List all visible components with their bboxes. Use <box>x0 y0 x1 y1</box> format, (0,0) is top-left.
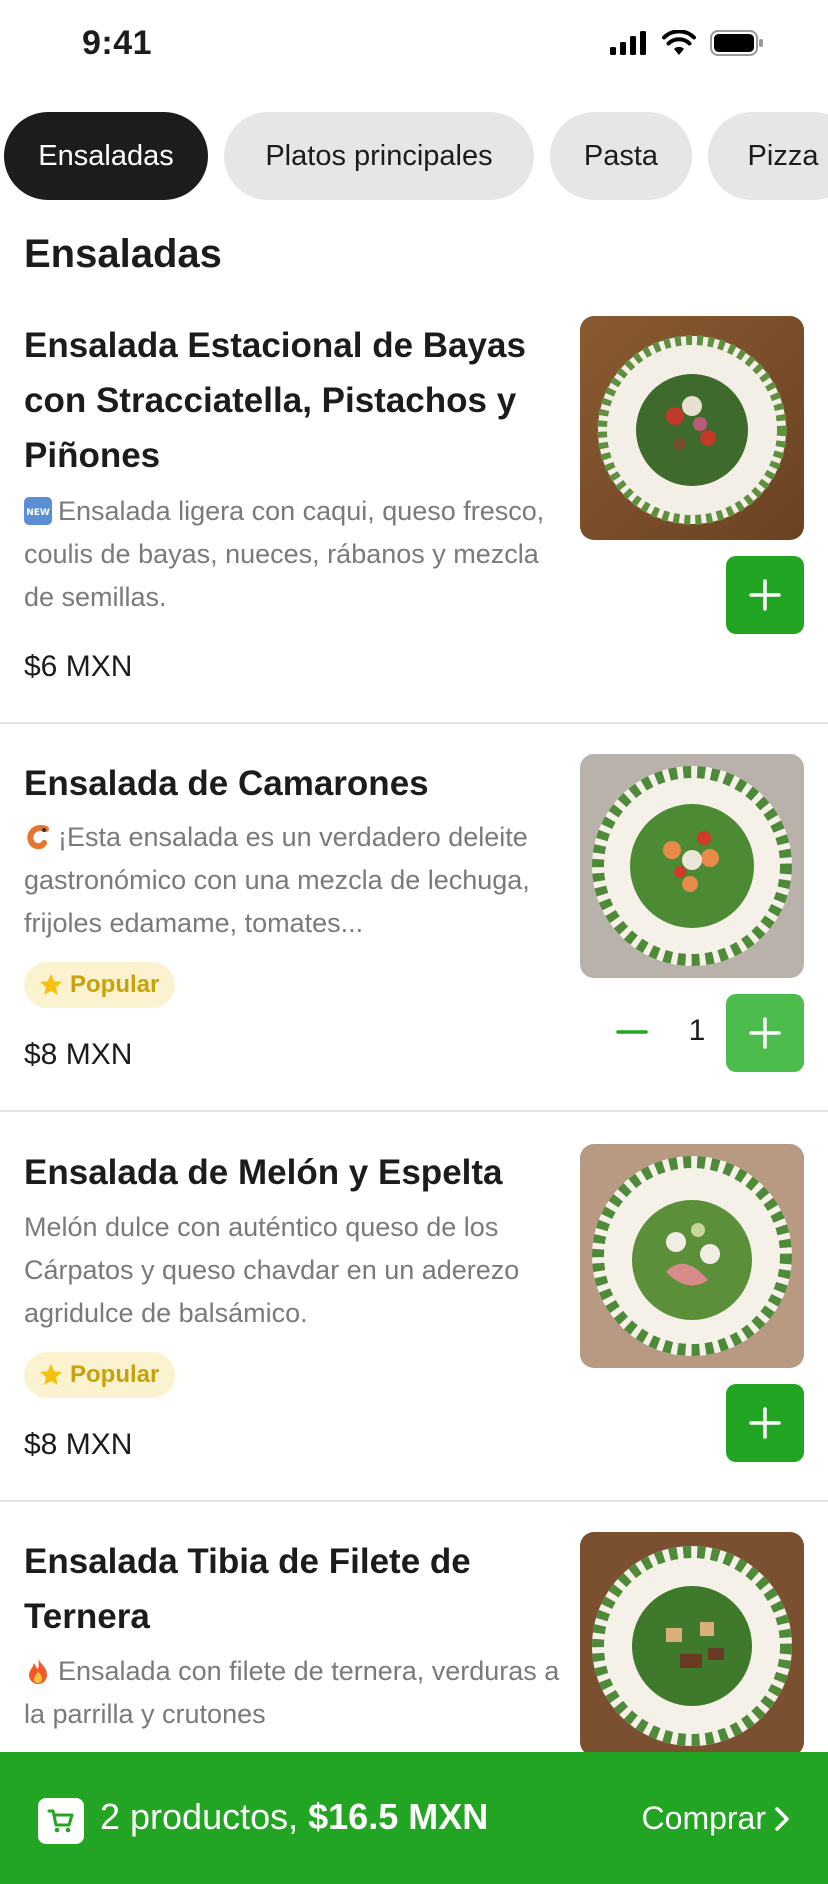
quantity-value: 1 <box>688 1014 706 1047</box>
status-icons <box>610 30 764 56</box>
item-name: Ensalada de Melón y Espelta <box>24 1153 503 1192</box>
item-price: $6 MXN <box>24 650 133 683</box>
fire-icon <box>29 1659 47 1684</box>
item-description: NEW Ensalada ligera con caqui, queso fre… <box>24 496 545 612</box>
tab-pasta[interactable]: Pasta <box>550 112 692 200</box>
plus-icon <box>749 1407 781 1439</box>
tab-platos-principales[interactable]: Platos principales <box>224 112 534 200</box>
battery-icon <box>710 30 763 56</box>
star-icon <box>40 1364 62 1385</box>
checkout-button[interactable]: Comprar <box>642 1800 790 1837</box>
plus-icon <box>749 1017 781 1049</box>
dish-photo <box>580 754 804 978</box>
status-time: 9:41 <box>82 24 153 62</box>
cart-count: 2 productos, <box>100 1796 299 1837</box>
star-icon <box>40 974 62 995</box>
status-bar: 9:41 <box>0 0 828 92</box>
item-description: ¡Esta ensalada es un verdadero deleite g… <box>24 822 530 938</box>
category-tabs: Ensaladas Platos principales Pasta Pizza <box>0 112 828 202</box>
dish-photo <box>580 1144 804 1368</box>
checkout-label: Comprar <box>641 1800 766 1836</box>
cart-total: $16.5 MXN <box>308 1796 489 1837</box>
popular-badge: Popular <box>24 1352 176 1398</box>
shrimp-icon <box>27 825 49 850</box>
cart-summary: 2 productos, $16.5 MXN <box>100 1796 488 1838</box>
new-icon: NEW <box>24 497 52 525</box>
tab-pizza[interactable]: Pizza <box>708 112 828 200</box>
chevron-right-icon <box>775 1806 789 1831</box>
wifi-icon <box>662 30 696 55</box>
tab-ensaladas[interactable]: Ensaladas <box>4 112 208 200</box>
item-price: $8 MXN <box>24 1428 133 1461</box>
cart-icon <box>38 1798 84 1844</box>
popular-badge: Popular <box>24 962 176 1008</box>
add-to-cart-button[interactable] <box>726 556 804 634</box>
svg-text:NEW: NEW <box>26 508 50 518</box>
add-to-cart-button[interactable] <box>726 1384 804 1462</box>
dish-photo <box>580 1532 804 1756</box>
increase-quantity-button[interactable] <box>726 994 804 1072</box>
cellular-signal-icon <box>610 31 646 55</box>
item-description: Ensalada con filete de ternera, verduras… <box>24 1656 560 1729</box>
item-name: Ensalada Tibia de Filete de Ternera <box>24 1542 471 1636</box>
plus-icon <box>749 579 781 611</box>
section-title: Ensaladas <box>24 232 222 276</box>
divider <box>0 1110 828 1112</box>
dish-photo <box>580 316 804 540</box>
item-name: Ensalada de Camarones <box>24 764 429 803</box>
divider <box>0 1500 828 1502</box>
divider <box>0 722 828 724</box>
item-description: Melón dulce con auténtico queso de los C… <box>24 1212 520 1328</box>
cart-bar[interactable]: 2 productos, $16.5 MXN Comprar <box>0 1752 828 1884</box>
decrease-quantity-button[interactable] <box>608 1008 656 1056</box>
item-name: Ensalada Estacional de Bayas con Stracci… <box>24 326 526 475</box>
minus-icon <box>616 1030 648 1034</box>
item-price: $8 MXN <box>24 1038 133 1071</box>
